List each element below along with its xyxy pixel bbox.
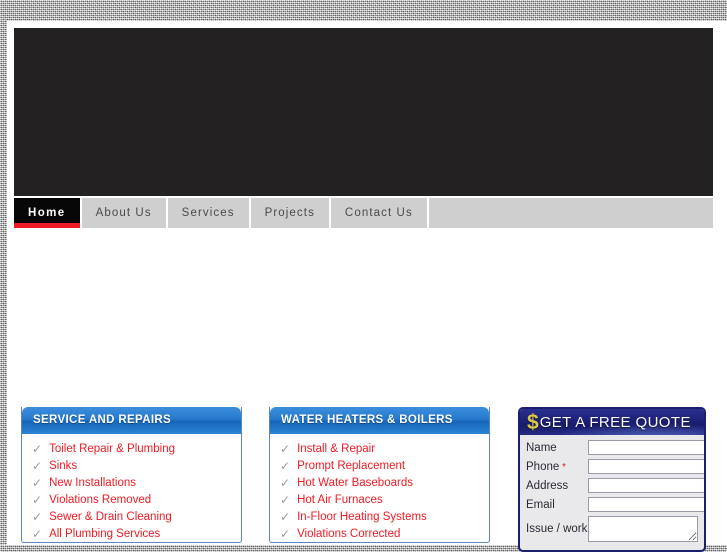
check-icon: ✓ xyxy=(32,509,43,524)
quote-title: GET A FREE QUOTE xyxy=(539,413,691,431)
check-icon: ✓ xyxy=(280,509,291,524)
field-label-email: Email xyxy=(526,499,588,511)
check-icon: ✓ xyxy=(280,441,291,456)
nav-filler xyxy=(428,198,713,228)
list-item-label: Prompt Replacement xyxy=(297,459,406,472)
dollar-sign-icon: $ xyxy=(527,410,539,434)
field-row: Email xyxy=(526,497,704,512)
page-container: Home About Us Services Projects Contact Us S… xyxy=(7,21,727,552)
check-icon: ✓ xyxy=(280,475,291,490)
quote-fields: Name Phone * Address Email Issue / work xyxy=(520,435,704,550)
list-item-label: Violations Removed xyxy=(49,493,152,506)
check-icon: ✓ xyxy=(280,526,291,541)
field-label-phone: Phone * xyxy=(526,461,588,473)
list-item: ✓ All Plumbing Services xyxy=(22,525,241,542)
list-item-label: Sinks xyxy=(49,459,78,472)
list-item-label: New Installations xyxy=(49,476,136,489)
list-item-label: Violations Corrected xyxy=(297,527,401,540)
field-label-text: Address xyxy=(526,479,569,492)
required-marker: * xyxy=(559,461,566,473)
get-a-free-quote-form: $ GET A FREE QUOTE Name Phone * Address Ema… xyxy=(518,407,706,552)
input-address[interactable] xyxy=(588,478,704,493)
field-row: Address xyxy=(526,478,704,493)
hero-banner xyxy=(14,28,713,196)
list-item: ✓ Sewer & Drain Cleaning xyxy=(22,508,241,525)
check-icon: ✓ xyxy=(32,475,43,490)
list-item: ✓ Hot Air Furnaces xyxy=(270,491,489,508)
panel-title: SERVICE AND REPAIRS xyxy=(22,407,241,434)
nav-item-about-us[interactable]: About Us xyxy=(81,198,168,228)
field-row: Name xyxy=(526,440,704,455)
check-icon: ✓ xyxy=(32,458,43,473)
list-item: ✓ New Installations xyxy=(22,474,241,491)
field-label-text: Issue / work xyxy=(526,523,588,535)
list-item: ✓ Install & Repair xyxy=(270,440,489,457)
input-issue-work[interactable] xyxy=(588,516,698,542)
nav-item-contact-us[interactable]: Contact Us xyxy=(330,198,429,228)
list-item-label: Install & Repair xyxy=(297,442,376,455)
field-label-text: Email xyxy=(526,498,555,511)
heaters-list: ✓ Install & Repair ✓ Prompt Replacement ✓ Hot… xyxy=(270,440,489,542)
list-item: ✓ Violations Removed xyxy=(22,491,241,508)
field-row: Issue / work xyxy=(526,516,698,542)
list-item: ✓ Sinks xyxy=(22,457,241,474)
list-item: ✓ Hot Water Baseboards xyxy=(270,474,489,491)
nav-item-home[interactable]: Home xyxy=(14,198,82,228)
list-item-label: Hot Water Baseboards xyxy=(297,476,413,489)
input-email[interactable] xyxy=(588,497,704,512)
list-item-label: Sewer & Drain Cleaning xyxy=(49,510,172,523)
field-label-address: Address xyxy=(526,480,588,492)
field-label-name: Name xyxy=(526,442,588,454)
list-item-label: Hot Air Furnaces xyxy=(297,493,383,506)
list-item-label: Toilet Repair & Plumbing xyxy=(49,442,175,455)
list-item: ✓ In-Floor Heating Systems xyxy=(270,508,489,525)
field-label-text: Phone xyxy=(526,460,560,473)
panel-water-heaters-and-boilers: WATER HEATERS & BOILERS ✓ Install & Repai… xyxy=(269,407,490,543)
check-icon: ✓ xyxy=(32,526,43,541)
check-icon: ✓ xyxy=(280,458,291,473)
list-item: ✓ Toilet Repair & Plumbing xyxy=(22,440,241,457)
check-icon: ✓ xyxy=(280,492,291,507)
check-icon: ✓ xyxy=(32,441,43,456)
list-item: ✓ Violations Corrected xyxy=(270,525,489,542)
field-label-text: Name xyxy=(526,441,557,454)
panel-body: ✓ Toilet Repair & Plumbing ✓ Sinks ✓ New Inst… xyxy=(22,434,241,542)
input-phone[interactable] xyxy=(588,459,704,474)
field-row: Phone * xyxy=(526,459,704,474)
field-label-issue-work: Issue / work xyxy=(526,523,588,535)
content-columns: SERVICE AND REPAIRS ✓ Toilet Repair & Plu… xyxy=(14,407,713,552)
service-list: ✓ Toilet Repair & Plumbing ✓ Sinks ✓ New Inst… xyxy=(22,440,241,542)
list-item-label: In-Floor Heating Systems xyxy=(297,510,427,523)
list-item: ✓ Prompt Replacement xyxy=(270,457,489,474)
panel-body: ✓ Install & Repair ✓ Prompt Replacement ✓ Hot… xyxy=(270,434,489,542)
input-name[interactable] xyxy=(588,440,704,455)
list-item-label: All Plumbing Services xyxy=(49,527,161,540)
nav-item-projects[interactable]: Projects xyxy=(250,198,331,228)
check-icon: ✓ xyxy=(32,492,43,507)
panel-title: WATER HEATERS & BOILERS xyxy=(270,407,489,434)
main-navigation: Home About Us Services Projects Contact Us xyxy=(14,198,713,228)
quote-header: $ GET A FREE QUOTE xyxy=(520,409,704,435)
nav-item-services[interactable]: Services xyxy=(167,198,251,228)
panel-service-and-repairs: SERVICE AND REPAIRS ✓ Toilet Repair & Plu… xyxy=(21,407,242,543)
